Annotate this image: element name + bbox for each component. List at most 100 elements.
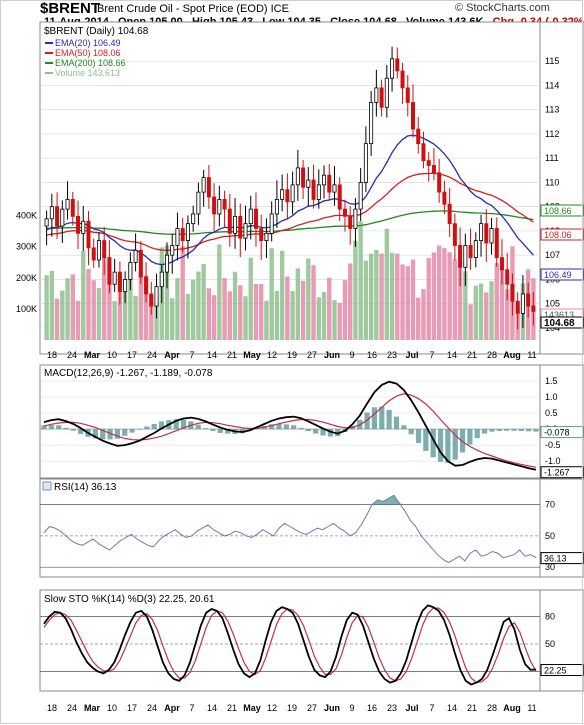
volume-bar: [452, 259, 458, 340]
candle-body: [384, 77, 389, 108]
bottom-x-label: 24: [67, 703, 77, 713]
macd-histogram-bar: [122, 429, 128, 436]
rsi-collapse-icon: [42, 481, 52, 491]
volume-bar: [447, 252, 452, 340]
macd-histogram-bar: [136, 429, 143, 430]
volume-bar: [75, 300, 81, 340]
volume-bar: [405, 266, 410, 340]
bottom-x-label: Jun: [324, 703, 340, 713]
volume-bar: [201, 263, 206, 340]
volume-bar: [170, 298, 175, 340]
price-tag-label: 108.66: [544, 206, 572, 216]
volume-bar: [442, 248, 447, 340]
price-x-label: 27: [307, 350, 317, 360]
candle-body: [196, 191, 201, 215]
candle-body: [86, 220, 91, 249]
volume-bar: [400, 264, 405, 340]
candle-body: [70, 199, 75, 217]
price-tick-label: 111: [545, 153, 559, 163]
price-tick-label: 112: [545, 129, 559, 139]
candle-body: [395, 58, 400, 72]
candle-body: [374, 87, 379, 103]
price-x-label: Jul: [405, 350, 418, 360]
volume-bar: [337, 302, 342, 340]
macd-histogram-bar: [313, 429, 319, 434]
sto-tick-label: 50: [545, 639, 555, 649]
candle-body: [421, 143, 426, 162]
candle-body: [138, 249, 143, 278]
price-x-label: 16: [367, 350, 377, 360]
volume-bar: [185, 294, 191, 340]
bottom-x-label: 27: [307, 703, 317, 713]
volume-bar: [217, 244, 222, 340]
candle-body: [191, 213, 196, 225]
price-x-label: Aug: [503, 350, 521, 360]
volume-bar: [54, 298, 60, 340]
macd-tick-label: 1.5: [545, 376, 558, 386]
bottom-x-label: 21: [467, 703, 477, 713]
candle-body: [280, 189, 285, 200]
macd-histogram-bar: [371, 407, 378, 430]
macd-histogram-bar: [408, 429, 414, 435]
candle-body: [348, 215, 353, 229]
candle-body: [96, 240, 101, 261]
volume-bar: [227, 291, 233, 340]
price-panel-title: $BRENT (Daily) 104.68: [44, 26, 149, 37]
volume-bar: [264, 300, 269, 340]
volume-bar: [332, 300, 337, 340]
macd-tag-label: -0.078: [544, 428, 570, 438]
candle-body: [175, 228, 180, 246]
candle-body: [274, 199, 279, 215]
candle-body: [76, 215, 81, 234]
price-x-label: 7: [429, 350, 434, 360]
macd-histogram-bar: [210, 429, 216, 432]
volume-bar: [44, 275, 49, 340]
candle-body: [311, 179, 316, 200]
volume-bar: [384, 228, 390, 340]
volume-bar: [259, 283, 264, 340]
price-x-label: Mar: [84, 350, 101, 360]
volume-bar: [374, 250, 379, 340]
candle-body: [102, 240, 107, 258]
macd-histogram-bar: [70, 429, 76, 431]
candle-body: [170, 245, 175, 256]
candle-body: [212, 196, 217, 215]
candle-body: [322, 174, 327, 186]
candle-body: [447, 203, 452, 225]
price-x-label: 24: [147, 350, 157, 360]
price-x-label: May: [243, 350, 261, 360]
rsi-tick-label: 70: [545, 500, 555, 510]
price-x-label: 23: [387, 350, 397, 360]
macd-histogram-bar: [217, 429, 223, 433]
candle-body: [243, 223, 248, 239]
bottom-x-label: 12: [267, 703, 277, 713]
bottom-x-label: May: [243, 703, 261, 713]
price-x-label: 28: [487, 350, 497, 360]
volume-bar: [269, 248, 274, 340]
candle-body: [301, 167, 306, 188]
candle-body: [264, 232, 269, 242]
candle-body: [259, 228, 264, 242]
price-x-label: 14: [207, 350, 217, 360]
volume-bar: [426, 258, 431, 340]
volume-bar: [243, 296, 248, 340]
volume-axis-label: 300K: [16, 242, 37, 252]
macd-tick-label: 0.5: [545, 408, 558, 418]
candle-body: [306, 179, 311, 188]
macd-histogram-bar: [415, 429, 422, 443]
volume-bar: [473, 285, 479, 340]
candle-body: [405, 87, 410, 103]
price-x-label: Jun: [324, 350, 340, 360]
volume-bar: [353, 240, 358, 340]
volume-bar: [363, 260, 369, 340]
candle-body: [458, 245, 463, 268]
volume-bar: [321, 291, 327, 340]
candle-body: [65, 199, 70, 210]
candle-body: [133, 249, 138, 263]
bottom-x-label: 23: [387, 703, 397, 713]
volume-bar: [253, 283, 259, 340]
volume-bar: [133, 295, 138, 340]
volume-bar: [416, 297, 421, 340]
volume-bar: [478, 283, 484, 340]
candle-body: [337, 184, 342, 210]
